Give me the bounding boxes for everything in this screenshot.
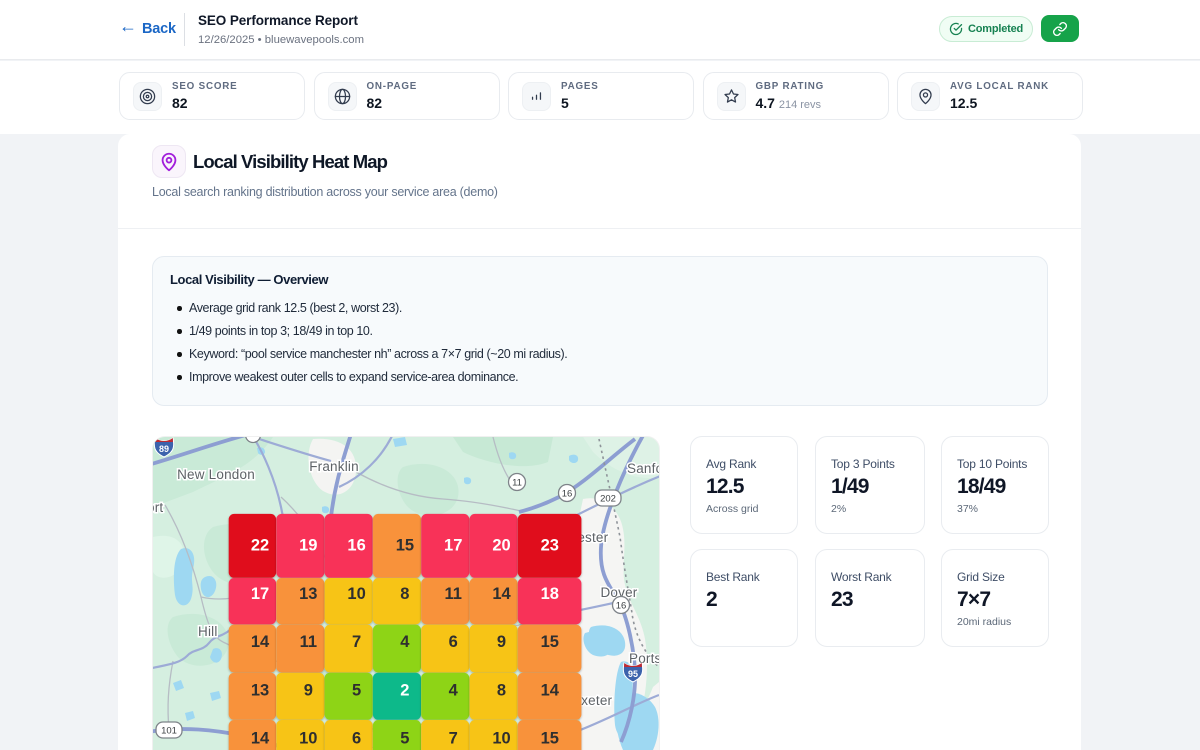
svg-text:16: 16 (616, 601, 627, 612)
svg-text:10: 10 (347, 585, 365, 603)
svg-text:5: 5 (352, 681, 361, 699)
svg-text:Sanford: Sanford (627, 461, 659, 476)
svg-text:23: 23 (541, 537, 559, 555)
svg-text:16: 16 (562, 489, 573, 500)
svg-text:19: 19 (299, 537, 317, 555)
svg-text:14: 14 (541, 681, 560, 699)
svg-text:8: 8 (497, 681, 506, 699)
svg-text:10: 10 (299, 730, 317, 748)
svg-text:11: 11 (444, 585, 461, 603)
svg-text:Hill: Hill (198, 624, 218, 639)
svg-text:New London: New London (177, 467, 255, 482)
svg-text:5: 5 (400, 730, 409, 748)
svg-text:16: 16 (347, 537, 365, 555)
svg-text:ort: ort (153, 500, 163, 515)
svg-text:20: 20 (492, 537, 510, 555)
svg-text:14: 14 (492, 585, 511, 603)
svg-text:4: 4 (449, 681, 459, 699)
svg-text:11: 11 (512, 478, 522, 489)
svg-text:15: 15 (396, 537, 414, 555)
svg-text:101: 101 (161, 726, 177, 737)
svg-text:13: 13 (251, 681, 269, 699)
svg-text:18: 18 (541, 585, 559, 603)
svg-text:9: 9 (304, 681, 313, 699)
svg-text:13: 13 (299, 585, 317, 603)
svg-text:6: 6 (449, 633, 458, 651)
svg-text:Franklin: Franklin (309, 459, 359, 474)
svg-text:14: 14 (251, 730, 270, 748)
svg-text:15: 15 (541, 730, 559, 748)
svg-text:15: 15 (541, 633, 559, 651)
svg-text:202: 202 (600, 494, 616, 505)
svg-text:Portsmouth: Portsmouth (629, 651, 659, 666)
svg-text:95: 95 (628, 669, 638, 679)
svg-text:2: 2 (400, 681, 409, 699)
svg-text:10: 10 (492, 730, 510, 748)
svg-text:17: 17 (251, 585, 269, 603)
svg-text:89: 89 (159, 444, 169, 454)
svg-text:6: 6 (352, 730, 361, 748)
svg-text:22: 22 (251, 537, 269, 555)
svg-text:11: 11 (300, 633, 317, 651)
svg-text:7: 7 (449, 730, 458, 748)
svg-text:8: 8 (400, 585, 409, 603)
svg-text:17: 17 (444, 537, 462, 555)
svg-text:14: 14 (251, 633, 270, 651)
svg-text:7: 7 (352, 633, 361, 651)
svg-text:9: 9 (497, 633, 506, 651)
svg-text:4: 4 (400, 633, 410, 651)
